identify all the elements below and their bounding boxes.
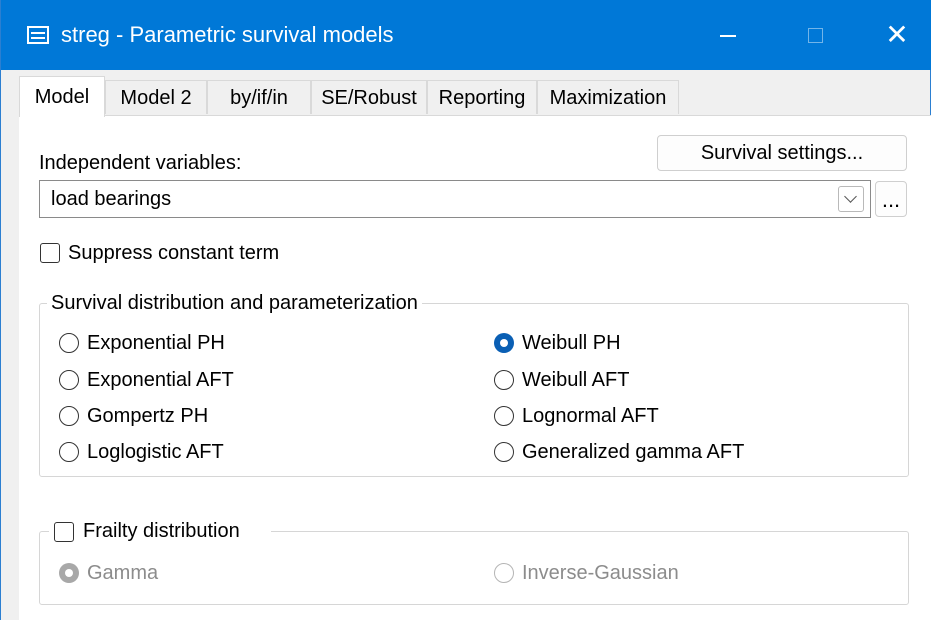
maximize-button[interactable] [795, 18, 835, 52]
radio-loglogistic-aft[interactable] [59, 442, 79, 462]
radio-label-generalized-gamma-aft[interactable]: Generalized gamma AFT [522, 441, 744, 464]
minimize-button[interactable] [709, 18, 749, 52]
radio-lognormal-aft[interactable] [494, 406, 514, 426]
close-button[interactable]: ✕ [877, 18, 917, 52]
tab-maximization[interactable]: Maximization [537, 80, 679, 114]
frailty-checkbox[interactable] [54, 522, 74, 542]
title-bar[interactable]: streg - Parametric survival models ✕ [1, 0, 931, 70]
radio-gamma[interactable] [59, 563, 79, 583]
survival-settings-button[interactable]: Survival settings... [657, 135, 907, 171]
radio-label-lognormal-aft[interactable]: Lognormal AFT [522, 405, 659, 428]
radio-label-exponential-ph[interactable]: Exponential PH [87, 332, 225, 355]
radio-generalized-gamma-aft[interactable] [494, 442, 514, 462]
close-icon: ✕ [885, 19, 909, 50]
radio-inverse-gaussian[interactable] [494, 563, 514, 583]
radio-label-inverse-gaussian[interactable]: Inverse-Gaussian [522, 562, 679, 585]
distribution-group-label: Survival distribution and parameterizati… [47, 292, 422, 315]
dialog-window: streg - Parametric survival models ✕ Mod… [0, 0, 931, 621]
tab-model-2[interactable]: Model 2 [105, 80, 207, 114]
radio-label-gamma[interactable]: Gamma [87, 562, 158, 585]
window-title: streg - Parametric survival models [61, 22, 394, 47]
tab-model[interactable]: Model [19, 76, 105, 117]
radio-exponential-ph[interactable] [59, 333, 79, 353]
tab-se-robust[interactable]: SE/Robust [311, 80, 427, 114]
radio-label-loglogistic-aft[interactable]: Loglogistic AFT [87, 441, 224, 464]
radio-label-weibull-aft[interactable]: Weibull AFT [522, 369, 629, 392]
tab-by-if-in[interactable]: by/if/in [207, 80, 311, 114]
radio-weibull-aft[interactable] [494, 370, 514, 390]
tab-reporting[interactable]: Reporting [427, 80, 537, 114]
radio-label-exponential-aft[interactable]: Exponential AFT [87, 369, 234, 392]
radio-label-gompertz-ph[interactable]: Gompertz PH [87, 405, 208, 428]
suppress-constant-checkbox[interactable] [40, 243, 60, 263]
chevron-down-icon[interactable] [838, 186, 864, 212]
frailty-label[interactable]: Frailty distribution [83, 520, 240, 543]
browse-variables-button[interactable]: ... [875, 181, 907, 217]
radio-label-weibull-ph[interactable]: Weibull PH [522, 332, 621, 355]
radio-exponential-aft[interactable] [59, 370, 79, 390]
radio-weibull-ph[interactable] [494, 333, 514, 353]
independent-variables-label: Independent variables: [39, 152, 242, 174]
independent-variables-value: load bearings [51, 188, 172, 210]
radio-gompertz-ph[interactable] [59, 406, 79, 426]
table-icon [27, 26, 49, 44]
suppress-constant-label[interactable]: Suppress constant term [68, 242, 279, 265]
independent-variables-combobox[interactable]: load bearings [39, 180, 871, 218]
